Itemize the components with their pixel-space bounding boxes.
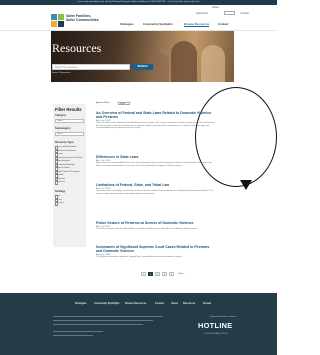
footer-text-line (53, 320, 153, 322)
result-excerpt: This document summarizes significant Sup… (96, 256, 183, 259)
result-title[interactable]: Limitations of Federal, State, and Triba… (96, 183, 216, 187)
next-page-link[interactable]: Next › (176, 272, 187, 276)
footer-nav-link[interactable]: Browse Resources (125, 302, 147, 305)
result-item: An Overview of Federal and State Laws Re… (96, 111, 216, 130)
subcategory-label: Subcategory (55, 127, 71, 130)
hero-photo-figure (171, 41, 197, 82)
strategy-option[interactable]: Law (54, 195, 60, 199)
resource-type-option[interactable]: Tools & Guides (54, 167, 70, 171)
page-link[interactable]: 3 (155, 272, 160, 276)
page-link[interactable]: 1 (141, 272, 146, 276)
footer-nav-link[interactable]: About (171, 302, 178, 305)
footer-nav-link[interactable]: Donate (203, 302, 211, 305)
footer-text-line (53, 331, 103, 333)
result-excerpt: This brief summarizes state laws that au… (96, 228, 198, 231)
resource-search-input[interactable]: Search for resources... (52, 64, 130, 70)
result-item: Police Seizure of Firearms at Scenes of … (96, 221, 216, 231)
result-excerpt: Many states have enacted additional laws… (96, 162, 213, 167)
resource-type-option[interactable]: News Analyses (54, 160, 70, 164)
page-title: Resources (52, 41, 102, 55)
strategy-option[interactable]: Practice (54, 202, 64, 206)
speech-bubble-overlay (195, 87, 277, 187)
logo-text: Safer Families, Safer Communities (66, 14, 99, 22)
page-link[interactable]: 4 (162, 272, 167, 276)
footer-nav-link[interactable]: Strategies (75, 302, 87, 305)
result-excerpt: Under the Federal and Community Oriented… (96, 122, 215, 130)
contact-utility-link[interactable]: Contact (240, 12, 249, 15)
resource-type-option[interactable]: Research and Reports (54, 150, 76, 154)
resource-type-option[interactable]: Model Policies & Protocols (54, 171, 79, 175)
nav-browse-resources[interactable]: Browse Resources (184, 22, 210, 27)
strategy-option[interactable]: Policy (54, 199, 62, 203)
subcategory-select[interactable]: Select (55, 132, 84, 136)
result-item: Differences in State Laws Brief • Jun 1 … (96, 155, 216, 167)
resource-type-option[interactable]: Toolkits (54, 174, 63, 178)
result-excerpt: Current law leaves critical gaps in prot… (96, 190, 214, 195)
category-select[interactable]: Select (55, 119, 84, 123)
resource-type-option[interactable]: Case and Brief Studies (54, 146, 76, 150)
nav-contact[interactable]: Contact (218, 22, 228, 26)
result-title[interactable]: Police Seizure of Firearms at Scenes of … (96, 221, 216, 225)
breadcrumb[interactable]: Home / Resources (52, 72, 70, 74)
result-title[interactable]: An Overview of Federal and State Laws Re… (96, 111, 216, 119)
resource-type-option[interactable]: Podcasts (54, 181, 65, 185)
resource-type-label: Resource Type (55, 141, 74, 144)
resource-type-option[interactable]: Courts (54, 153, 63, 157)
hero-banner (51, 31, 234, 82)
hotline-caption: National Domestic Violence (210, 316, 237, 318)
nav-community-spotlights[interactable]: Community Spotlights (143, 22, 173, 26)
resource-type-option[interactable]: Promising Practices & Policies (54, 157, 83, 161)
strategy-label: Strategy (55, 190, 66, 193)
footer-nav-link[interactable]: Contact (155, 302, 164, 305)
header-search-box[interactable] (224, 11, 235, 15)
footer-nav-link[interactable]: Community Spotlights (94, 302, 120, 305)
search-button[interactable]: SEARCH (132, 64, 153, 70)
hero-photo-figure (201, 45, 225, 82)
footer-text-line (53, 335, 93, 337)
hero-shade (51, 31, 161, 82)
filter-chip[interactable]: Legal (118, 101, 130, 105)
result-title[interactable]: Differences in State Laws (96, 155, 216, 159)
site-header: Safer Families, Safer Communities Quick … (0, 5, 277, 31)
logo-mark-icon (51, 14, 64, 27)
hotline-logo[interactable]: HOTLINE (198, 321, 233, 330)
hotline-number[interactable]: 1-800-799-SAFE (7233) (204, 333, 227, 335)
filter-title: Filter Results (55, 107, 82, 112)
quick-exit-link[interactable]: Quick Exit (196, 12, 208, 15)
category-label: Category (55, 114, 67, 117)
result-item: Limitations of Federal, State, and Triba… (96, 183, 216, 195)
footer-text-line (53, 324, 143, 326)
result-title[interactable]: Summaries of Significant Supreme Court C… (96, 245, 216, 253)
applied-filters-label: Applied Filters (96, 102, 110, 104)
nav-strategies[interactable]: Strategies (120, 22, 134, 26)
page-link[interactable]: 5 (169, 272, 174, 276)
resource-type-option[interactable]: Webinars (54, 178, 65, 182)
footer-nav-link[interactable]: Resources (183, 302, 195, 305)
speech-bubble-tail (240, 180, 252, 190)
filter-sidebar: Filter Results Category Select Subcatego… (53, 104, 86, 247)
resource-type-option[interactable]: Community Spotlight (54, 164, 74, 168)
logo-line-2: Safer Communities (66, 18, 99, 23)
page-link-current[interactable]: 2 (148, 272, 153, 276)
site-logo[interactable]: Safer Families, Safer Communities (51, 14, 101, 27)
about-utility-link[interactable]: About (212, 6, 219, 9)
footer-text-line (53, 316, 163, 318)
result-item: Summaries of Significant Supreme Court C… (96, 245, 216, 259)
